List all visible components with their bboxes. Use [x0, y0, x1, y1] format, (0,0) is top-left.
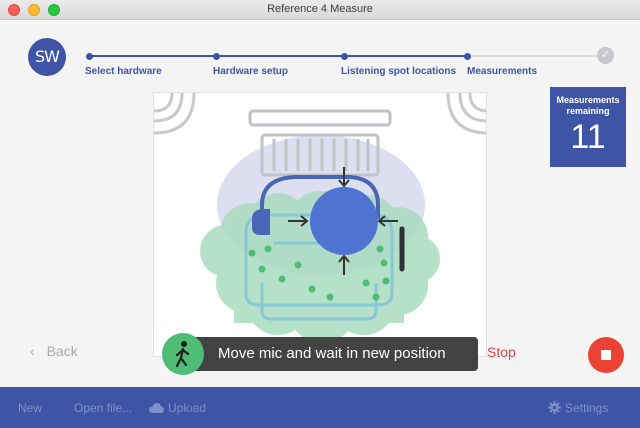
mic-position-marker [310, 187, 378, 255]
chevron-left-icon: ‹ [30, 343, 35, 359]
settings-button[interactable]: Settings [548, 401, 608, 417]
right-speaker-icon [446, 93, 486, 135]
progress-track-remaining [467, 55, 601, 57]
measurements-remaining-panel: Measurements remaining 11 [550, 87, 626, 167]
step-dot-select-hardware [86, 53, 93, 60]
stop-label[interactable]: Stop [487, 344, 516, 360]
step-dot-hardware-setup [213, 53, 220, 60]
toast-message: Move mic and wait in new position [218, 345, 446, 362]
stop-icon [601, 350, 611, 360]
cloud-icon [149, 402, 164, 416]
stop-button[interactable] [588, 337, 624, 373]
upload-label: Upload [168, 401, 207, 415]
left-speaker-icon [154, 93, 196, 135]
step-select-hardware[interactable]: Select hardware [85, 66, 162, 77]
checkmark-icon: ✓ [597, 47, 614, 64]
step-dot-measurements [464, 53, 471, 60]
back-label: Back [46, 343, 78, 359]
settings-label: Settings [565, 401, 609, 416]
measurement-scene [153, 92, 487, 357]
step-listening-spot-locations[interactable]: Listening spot locations [341, 66, 456, 77]
main-content: SW Select hardware Hardware setup Listen… [0, 21, 640, 387]
window-title: Reference 4 Measure [267, 3, 373, 15]
upload-button[interactable]: Upload [149, 401, 206, 416]
measurements-remaining-count: 11 [570, 118, 606, 156]
room-illustration [154, 93, 486, 343]
footer-bar: New Open file... Upload Settings [0, 387, 640, 428]
step-hardware-setup[interactable]: Hardware setup [213, 66, 288, 77]
step-dot-listening-spot-locations [341, 53, 348, 60]
gear-icon [548, 401, 561, 417]
back-button[interactable]: ‹ Back [30, 343, 78, 359]
measurements-remaining-label: Measurements remaining [556, 95, 620, 116]
new-button[interactable]: New [18, 401, 42, 415]
walking-person-icon [162, 333, 204, 375]
open-file-button[interactable]: Open file... [74, 401, 132, 415]
progress-track-completed [89, 55, 467, 57]
sonarworks-logo: SW [28, 38, 66, 76]
instruction-toast: Move mic and wait in new position [176, 337, 478, 371]
title-bar: Reference 4 Measure [0, 0, 640, 20]
step-measurements[interactable]: Measurements [467, 66, 537, 77]
